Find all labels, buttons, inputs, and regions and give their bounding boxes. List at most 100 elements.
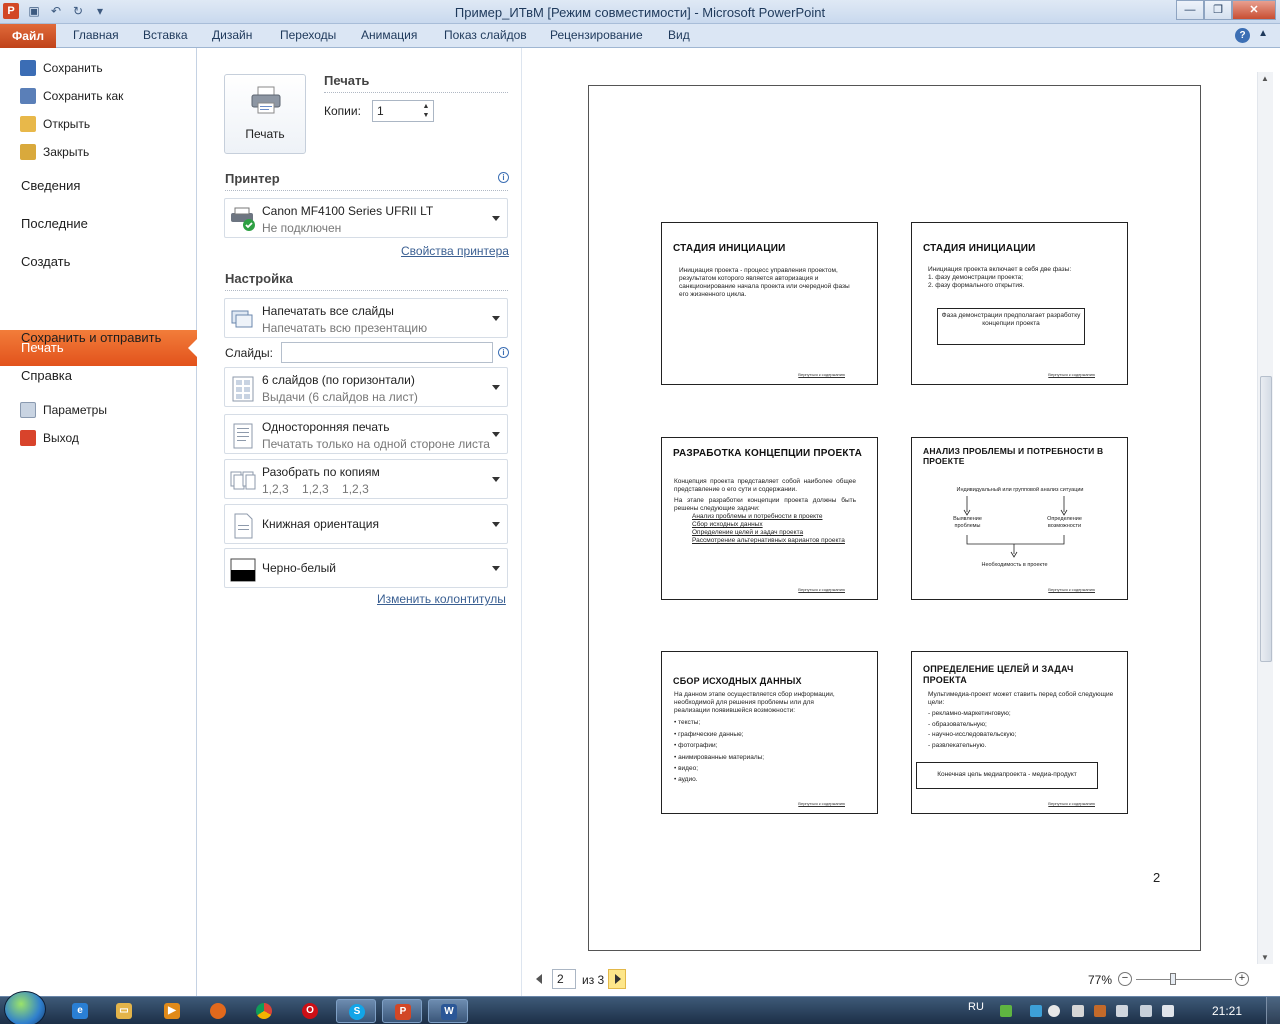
taskbar-skype[interactable]: S [336,999,376,1023]
tab-transitions[interactable]: Переходы [280,28,336,42]
copies-down-icon[interactable]: ▼ [421,111,431,120]
print-heading: Печать [324,73,370,88]
menu-save[interactable]: Сохранить [20,58,103,78]
printer-dropdown[interactable]: Canon MF4100 Series UFRII LT Не подключе… [224,198,508,238]
printer-status-icon [231,207,255,231]
scroll-thumb[interactable] [1260,376,1272,662]
zoom-in-icon[interactable]: + [1235,972,1249,986]
close-window-button[interactable]: ✕ [1232,0,1276,20]
taskbar-ie[interactable]: e [60,999,100,1023]
menu-info[interactable]: Сведения [21,178,80,193]
tab-file[interactable]: Файл [0,24,56,48]
tray-flag-icon[interactable] [1116,1005,1128,1017]
slides-info-icon[interactable]: i [498,347,509,358]
divider [225,290,508,291]
network-icon[interactable] [1140,1005,1152,1017]
handout-layout-icon [232,376,254,402]
tray-app-icon[interactable] [1030,1005,1042,1017]
tab-animation[interactable]: Анимация [361,28,417,42]
slide-thumbnail: АНАЛИЗ ПРОБЛЕМЫ И ПОТРЕБНОСТИ В ПРОЕКТЕ … [911,437,1128,600]
taskbar-media[interactable]: ▶ [152,999,192,1023]
taskbar-chrome[interactable] [244,999,284,1023]
tray-network-icon[interactable] [1048,1005,1060,1017]
zoom-level[interactable]: 77% [1088,973,1112,987]
edit-header-footer-link[interactable]: Изменить колонтитулы [377,592,506,606]
color-dropdown[interactable]: Черно-белый [224,548,508,588]
scroll-up-icon[interactable]: ▲ [1261,74,1269,83]
slide-thumbnail: СТАДИЯ ИНИЦИАЦИИ Инициация проекта - про… [661,222,878,385]
chevron-down-icon [492,432,500,437]
taskbar-opera[interactable]: O [290,999,330,1023]
menu-new[interactable]: Создать [21,254,70,269]
volume-icon[interactable] [1072,1005,1084,1017]
printer-info-icon[interactable]: i [498,172,509,183]
tray-monitor-icon[interactable] [1162,1005,1174,1017]
preview-scrollbar[interactable]: ▲ ▼ [1257,72,1273,964]
slide-thumbnail: РАЗРАБОТКА КОНЦЕПЦИИ ПРОЕКТА Концепция п… [661,437,878,600]
tab-insert[interactable]: Вставка [143,28,188,42]
printer-properties-link[interactable]: Свойства принтера [401,244,509,258]
zoom-slider-handle[interactable] [1170,973,1176,985]
taskbar-firefox[interactable] [198,999,238,1023]
copies-input[interactable]: 1 ▲ ▼ [372,100,434,122]
taskbar-word[interactable]: W [428,999,468,1023]
portrait-orientation-icon [234,513,253,539]
tray-shield-icon[interactable] [1094,1005,1106,1017]
powerpoint-icon: P [395,1004,411,1020]
sides-dropdown[interactable]: Односторонняя печать Печатать только на … [224,414,508,454]
clock[interactable]: 21:21 [1212,1004,1242,1018]
media-player-icon: ▶ [164,1003,180,1019]
help-icon[interactable]: ? [1235,28,1250,43]
chevron-down-icon [492,477,500,482]
ribbon-tabs: Файл Главная Вставка Дизайн Переходы Ани… [0,24,1280,48]
menu-exit[interactable]: Выход [20,428,79,448]
start-button[interactable] [4,991,46,1024]
collate-dropdown[interactable]: Разобрать по копиям 1,2,3 1,2,3 1,2,3 [224,459,508,499]
tab-slideshow[interactable]: Показ слайдов [444,28,527,42]
maximize-button[interactable]: ❐ [1204,0,1232,20]
tab-view[interactable]: Вид [668,28,690,42]
exit-icon [20,430,36,446]
menu-save-send[interactable]: Сохранить и отправить [21,330,161,345]
system-tray: RU 21:21 [960,997,1280,1024]
taskbar-powerpoint[interactable]: P [382,999,422,1023]
previous-page-icon[interactable] [536,974,542,984]
orientation-dropdown[interactable]: Книжная ориентация [224,504,508,544]
slides-input[interactable] [281,342,493,363]
print-button[interactable]: Печать [224,74,306,154]
chrome-icon [256,1003,272,1019]
menu-save-as[interactable]: Сохранить как [20,86,123,106]
menu-open[interactable]: Открыть [20,114,90,134]
minimize-button[interactable]: — [1176,0,1204,20]
taskbar-explorer[interactable]: ▭ [104,999,144,1023]
zoom-slider-track[interactable] [1136,979,1232,980]
zoom-out-icon[interactable]: − [1118,972,1132,986]
menu-recent[interactable]: Последние [21,216,88,231]
save-icon [20,60,36,76]
chevron-down-icon [492,566,500,571]
close-folder-icon [20,144,36,160]
preview-page-number: 2 [1153,870,1161,885]
tab-review[interactable]: Рецензирование [550,28,643,42]
printer-icon [251,86,281,114]
next-page-button[interactable] [608,969,626,989]
menu-help[interactable]: Справка [21,368,72,383]
slide-thumbnail: СБОР ИСХОДНЫХ ДАННЫХ На данном этапе осу… [661,651,878,814]
show-desktop-button[interactable] [1266,997,1280,1024]
divider [225,190,508,191]
language-indicator[interactable]: RU [968,1001,984,1013]
page-count: из 3 [582,973,605,987]
page-number-input[interactable]: 2 [552,969,576,989]
chevron-down-icon [492,316,500,321]
menu-close[interactable]: Закрыть [20,142,89,162]
minimize-ribbon-icon[interactable]: ▲ [1258,28,1268,39]
scroll-down-icon[interactable]: ▼ [1261,953,1269,962]
layout-dropdown[interactable]: 6 слайдов (по горизонтали) Выдачи (6 сла… [224,367,508,407]
print-range-dropdown[interactable]: Напечатать все слайды Напечатать всю пре… [224,298,508,338]
copies-up-icon[interactable]: ▲ [421,102,431,111]
tab-design[interactable]: Дизайн [212,28,252,42]
tab-home[interactable]: Главная [73,28,119,42]
printer-heading: Принтер [225,171,280,186]
menu-options[interactable]: Параметры [20,400,107,420]
nvidia-icon[interactable] [1000,1005,1012,1017]
